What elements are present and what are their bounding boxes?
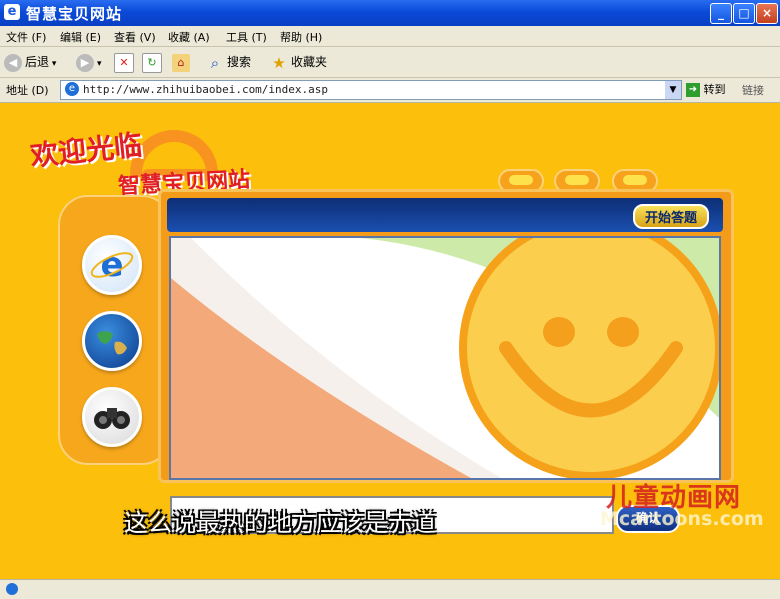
window-title: 智慧宝贝网站 (26, 5, 123, 23)
ie-app-icon: e (4, 4, 20, 20)
back-button[interactable]: ◀ 后退 ▾ (4, 51, 56, 73)
menu-file[interactable]: 文件 (F) (6, 29, 46, 45)
frame-header: 开始答题 (167, 198, 723, 232)
go-button[interactable]: ➜ 转到 (686, 81, 726, 97)
stop-button[interactable]: ✕ (114, 51, 137, 73)
scene-area (169, 236, 721, 480)
address-label: 地址 (D) (6, 84, 49, 97)
stop-icon: ✕ (114, 52, 134, 73)
address-url: http://www.zhihuibaobei.com/index.asp (83, 83, 329, 96)
menu-view[interactable]: 查看 (V) (114, 29, 156, 45)
search-icon: ⌕ (210, 53, 220, 72)
home-button[interactable]: ⌂ (172, 51, 193, 73)
page-icon: e (65, 82, 79, 96)
forward-button[interactable]: ▶ ▾ (76, 51, 102, 73)
star-icon: ★ (272, 53, 286, 72)
favorites-label: 收藏夹 (291, 55, 328, 69)
watermark-en: Mcartoons.com (600, 508, 764, 530)
forward-arrow-icon: ▶ (76, 53, 94, 72)
go-label: 转到 (703, 83, 726, 96)
menu-bar: 文件 (F) 编辑 (E) 查看 (V) 收藏 (A) 工具 (T) 帮助 (H… (0, 26, 780, 47)
minimize-button[interactable]: _ (710, 3, 732, 24)
smiley-sun-icon (459, 238, 719, 478)
search-button[interactable]: ⌕ 搜索 (206, 51, 251, 73)
maximize-button[interactable]: □ (733, 3, 755, 24)
back-arrow-icon: ◀ (4, 53, 22, 72)
content-frame: 开始答题 (158, 189, 734, 483)
menu-favorites[interactable]: 收藏 (A) (168, 29, 210, 45)
refresh-button[interactable]: ↻ (142, 51, 165, 73)
title-bar: e 智慧宝贝网站 _ □ × (0, 0, 780, 26)
address-bar: 地址 (D) e http://www.zhihuibaobei.com/ind… (0, 78, 780, 103)
browser-window: e 智慧宝贝网站 _ □ × 文件 (F) 编辑 (E) 查看 (V) 收藏 (… (0, 0, 780, 599)
menu-tools[interactable]: 工具 (T) (226, 29, 267, 45)
video-subtitle: 这么说最热的地方应该是赤道 (124, 509, 436, 537)
sun-scene (171, 238, 719, 478)
go-arrow-icon: ➜ (686, 83, 700, 97)
nav-browser-button[interactable]: e (82, 235, 142, 295)
home-icon: ⌂ (172, 53, 190, 72)
menu-help[interactable]: 帮助 (H) (280, 29, 322, 45)
favorites-button[interactable]: ★ 收藏夹 (270, 51, 327, 73)
page-content: 欢迎光临 智慧宝贝网站 e 开始答题 这么说最热的地方应该是赤道 确认 儿童动画… (0, 103, 780, 579)
address-input[interactable]: e http://www.zhihuibaobei.com/index.asp … (60, 80, 682, 100)
globe-icon (97, 331, 127, 355)
status-bar (0, 579, 780, 599)
svg-text:e: e (100, 245, 123, 285)
status-page-icon (6, 583, 18, 595)
internet-explorer-icon: e (90, 245, 134, 285)
menu-edit[interactable]: 编辑 (E) (60, 29, 101, 45)
nav-binoculars-button[interactable] (82, 387, 142, 447)
close-button[interactable]: × (756, 3, 778, 24)
back-label: 后退 (25, 55, 50, 69)
search-label: 搜索 (227, 55, 252, 69)
links-button[interactable]: 链接 (742, 82, 764, 98)
binoculars-icon (94, 408, 130, 429)
refresh-icon: ↻ (142, 52, 162, 73)
start-quiz-button[interactable]: 开始答题 (632, 204, 709, 229)
address-dropdown-icon[interactable]: ▼ (665, 81, 681, 99)
nav-globe-button[interactable] (82, 311, 142, 371)
toolbar: ◀ 后退 ▾ ▶ ▾ ✕ ↻ ⌂ ⌕ 搜索 ★ 收藏夹 (0, 47, 780, 78)
side-nav-panel: e (58, 195, 172, 465)
